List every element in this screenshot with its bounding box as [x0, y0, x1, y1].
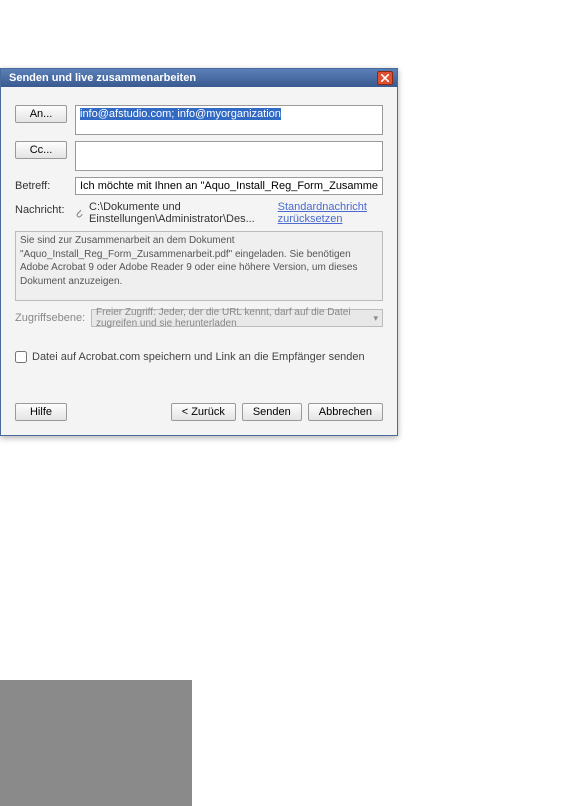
chevron-down-icon: ▾ — [373, 313, 378, 324]
message-body[interactable]: Sie sind zur Zusammenarbeit an dem Dokum… — [15, 231, 383, 301]
attachment-path: C:\Dokumente und Einstellungen\Administr… — [89, 201, 264, 225]
attachment-row: C:\Dokumente und Einstellungen\Administr… — [75, 201, 383, 225]
save-acrobat-checkbox[interactable] — [15, 351, 27, 363]
titlebar: Senden und live zusammenarbeiten — [1, 69, 397, 87]
cancel-button[interactable]: Abbrechen — [308, 403, 383, 421]
close-icon — [381, 74, 389, 82]
save-acrobat-checkbox-row: Datei auf Acrobat.com speichern und Link… — [15, 351, 383, 363]
cc-field[interactable] — [75, 141, 383, 171]
reset-message-link[interactable]: Standardnachricht zurücksetzen — [278, 201, 383, 225]
access-label: Zugriffsebene: — [15, 312, 83, 324]
dialog-title: Senden und live zusammenarbeiten — [9, 72, 196, 84]
access-value: Freier Zugriff: Jeder, der die URL kennt… — [96, 307, 373, 329]
send-button[interactable]: Senden — [242, 403, 302, 421]
help-button[interactable]: Hilfe — [15, 403, 67, 421]
dialog-body: An... info@afstudio.com; info@myorganiza… — [1, 87, 397, 435]
subject-field[interactable] — [75, 177, 383, 195]
save-acrobat-label: Datei auf Acrobat.com speichern und Link… — [32, 351, 365, 363]
access-row: Zugriffsebene: Freier Zugriff: Jeder, de… — [15, 309, 383, 327]
button-row: Hilfe < Zurück Senden Abbrechen — [15, 403, 383, 425]
to-value: info@afstudio.com; info@myorganization — [80, 108, 281, 120]
send-collaborate-dialog: Senden und live zusammenarbeiten An... i… — [0, 68, 398, 436]
message-label: Nachricht: — [15, 201, 67, 216]
to-button[interactable]: An... — [15, 105, 67, 123]
message-line: Sie sind zur Zusammenarbeit an dem Dokum… — [20, 234, 378, 288]
subject-label: Betreff: — [15, 177, 67, 192]
paperclip-icon — [75, 206, 83, 220]
cc-button[interactable]: Cc... — [15, 141, 67, 159]
decorative-block — [0, 680, 192, 806]
back-button[interactable]: < Zurück — [171, 403, 236, 421]
access-select[interactable]: Freier Zugriff: Jeder, der die URL kennt… — [91, 309, 383, 327]
to-field[interactable]: info@afstudio.com; info@myorganization — [75, 105, 383, 135]
close-button[interactable] — [377, 71, 393, 85]
